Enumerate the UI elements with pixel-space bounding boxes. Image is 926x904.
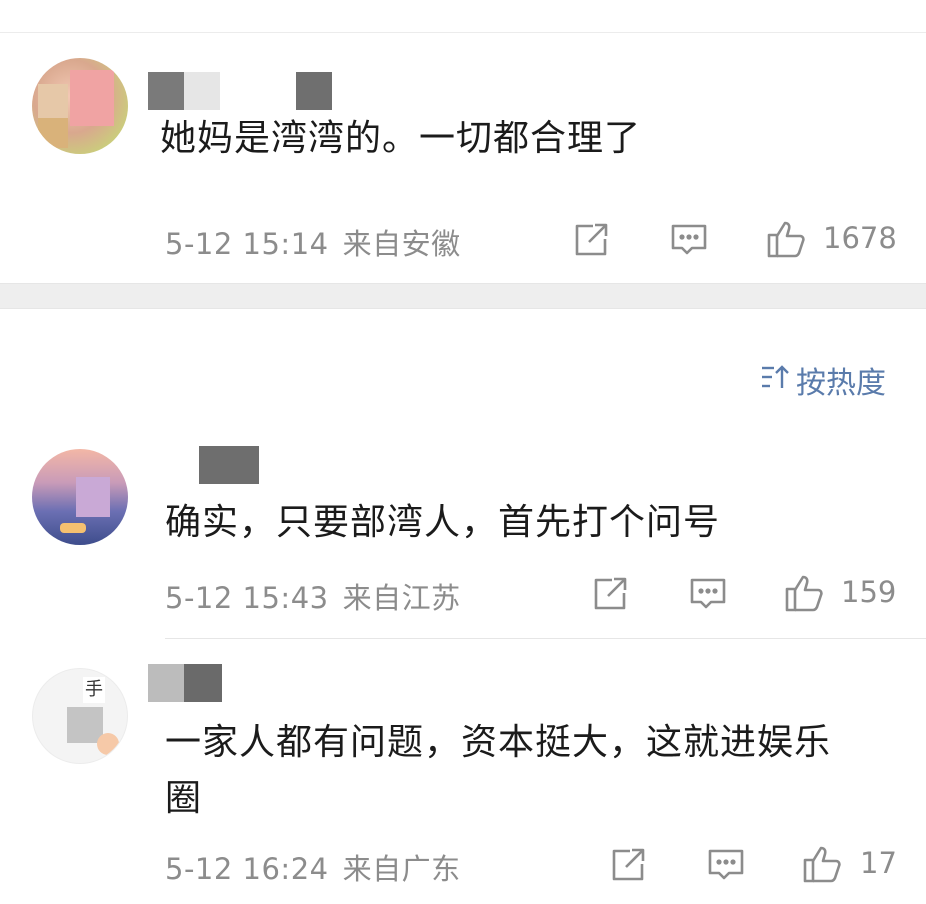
redaction-block: [296, 72, 332, 110]
comment-divider: [165, 638, 926, 639]
comment-text: 一家人都有问题，资本挺大，这就进娱乐 圈: [165, 718, 905, 824]
share-icon[interactable]: [610, 847, 646, 883]
comment-date: 5-12 16:24: [165, 852, 329, 886]
avatar[interactable]: [32, 58, 128, 154]
comment-date: 5-12 15:14: [165, 227, 329, 261]
redaction-block: [220, 72, 296, 110]
redaction-block: [199, 446, 259, 484]
reply-icon[interactable]: [707, 848, 745, 882]
thumbs-up-icon[interactable]: [784, 573, 826, 613]
share-icon[interactable]: [592, 576, 628, 612]
sort-icon: [760, 363, 790, 398]
top-divider: [0, 32, 926, 33]
share-icon[interactable]: [573, 222, 609, 258]
username-redacted[interactable]: [175, 446, 259, 484]
thumbs-up-icon[interactable]: [802, 844, 844, 884]
redaction-block: [184, 72, 220, 110]
comment-region: 来自安徽: [342, 227, 461, 261]
like-count: 1678: [823, 221, 897, 255]
redaction-block: [148, 72, 184, 110]
comment-region: 来自广东: [342, 852, 461, 886]
section-separator: [0, 283, 926, 309]
like-count: 159: [841, 575, 897, 609]
username-redacted[interactable]: [148, 664, 222, 702]
redaction-block: [175, 446, 199, 484]
sort-by-hot-button[interactable]: 按热度: [760, 358, 886, 402]
comment-text-line: 一家人都有问题，资本挺大，这就进娱乐: [165, 722, 832, 763]
like-count: 17: [860, 846, 897, 880]
comment-text: 她妈是湾湾的。一切都合理了: [160, 118, 642, 159]
comment-date: 5-12 15:43: [165, 581, 329, 615]
thumbs-up-icon[interactable]: [766, 219, 808, 259]
comment-text: 确实，只要部湾人，首先打个问号: [165, 502, 721, 543]
reply-icon[interactable]: [689, 577, 727, 611]
comment-text-line: 圈: [165, 778, 203, 819]
avatar[interactable]: 手: [32, 668, 128, 764]
comment-meta: 5-12 15:14 来自安徽: [165, 221, 461, 263]
comment-region: 来自江苏: [342, 581, 461, 615]
comment-meta: 5-12 15:43 来自江苏: [165, 575, 461, 617]
redaction-block: [148, 664, 184, 702]
comment-meta: 5-12 16:24 来自广东: [165, 846, 461, 888]
avatar[interactable]: [32, 449, 128, 545]
sort-label: 按热度: [796, 366, 886, 401]
redaction-block: [184, 664, 222, 702]
reply-icon[interactable]: [670, 223, 708, 257]
username-redacted[interactable]: [148, 72, 332, 110]
